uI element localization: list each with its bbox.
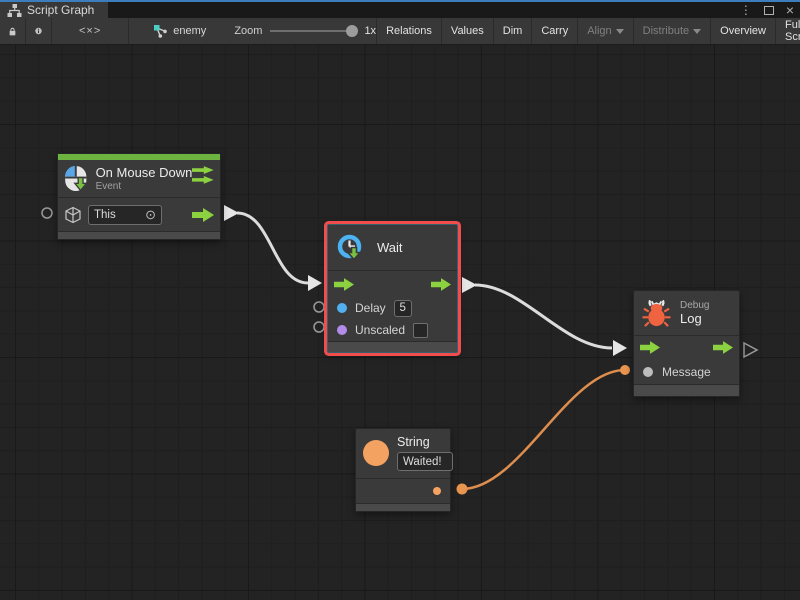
string-type-icon	[363, 440, 389, 466]
target-field-value: This	[94, 209, 116, 221]
lock-button[interactable]	[0, 18, 26, 44]
graph-toolbar: <×> enemy Zoom 1x Relations Values Dim C…	[0, 18, 800, 45]
object-picker-icon[interactable]: ⊙	[145, 208, 156, 221]
graph-breadcrumb[interactable]: enemy	[153, 18, 206, 44]
node-footer	[328, 341, 457, 352]
graph-asset-icon	[153, 24, 168, 38]
zoom-value: 1x	[364, 25, 376, 37]
full-screen-button[interactable]: Full Screen	[775, 18, 800, 44]
wire-string-to-message[interactable]	[462, 370, 625, 489]
delay-value-field[interactable]: 5	[394, 300, 412, 317]
flow-input-port-icon[interactable]	[640, 341, 660, 354]
wire-wait-to-log[interactable]	[475, 285, 612, 348]
window-controls: ⋮ ×	[740, 2, 794, 18]
relations-button[interactable]: Relations	[376, 18, 441, 44]
overview-button[interactable]: Overview	[710, 18, 775, 44]
string-output-port[interactable]	[433, 487, 441, 495]
node-title: String	[397, 435, 453, 449]
delay-label: Delay	[355, 301, 386, 315]
flow-output-port-icon[interactable]	[431, 278, 451, 291]
node-footer	[58, 231, 220, 239]
string-value-field[interactable]: Waited!	[397, 452, 453, 471]
node-string-literal[interactable]: String Waited!	[355, 428, 451, 512]
wire-onmousedown-to-wait[interactable]	[237, 213, 308, 283]
zoom-slider[interactable]	[270, 30, 356, 32]
graph-tab-icon	[7, 4, 22, 17]
gameobject-cube-icon	[64, 206, 82, 224]
mouse-down-icon	[64, 165, 88, 192]
tab-strip: Script Graph ⋮ ×	[0, 2, 800, 18]
string-value: Waited!	[403, 456, 442, 468]
dim-button[interactable]: Dim	[493, 18, 532, 44]
info-button[interactable]	[26, 18, 52, 44]
align-dropdown: Align	[577, 18, 632, 44]
target-field[interactable]: This ⊙	[88, 205, 162, 225]
zoom-control: Zoom 1x	[234, 18, 376, 44]
carry-button[interactable]: Carry	[531, 18, 577, 44]
chevron-down-icon	[693, 29, 701, 34]
flow-output-port-icon[interactable]	[192, 208, 214, 222]
port-onmousedown-target-external[interactable]	[42, 208, 52, 218]
wire-dest-arrow-icon	[308, 275, 322, 291]
wait-timer-icon	[336, 233, 366, 263]
node-title: On Mouse Down	[96, 165, 193, 180]
info-icon	[35, 24, 42, 38]
node-subtitle: Event	[96, 181, 193, 192]
node-debug-log[interactable]: Debug Log Message	[633, 290, 740, 397]
zoom-slider-handle[interactable]	[346, 25, 358, 37]
node-on-mouse-down[interactable]: On Mouse Down Event This ⊙	[57, 153, 221, 240]
tab-script-graph[interactable]: Script Graph	[0, 2, 108, 18]
delay-input-port[interactable]	[337, 303, 347, 313]
unity-script-graph-window: Script Graph ⋮ × <×>	[0, 0, 800, 600]
wire-source-dot-icon	[457, 484, 468, 495]
unscaled-input-port[interactable]	[337, 325, 347, 335]
close-icon[interactable]: ×	[786, 2, 794, 18]
node-title: Log	[680, 311, 709, 326]
node-title: Wait	[377, 240, 403, 255]
chevron-down-icon	[616, 29, 624, 34]
message-input-port[interactable]	[643, 367, 653, 377]
tab-label: Script Graph	[27, 3, 94, 17]
window-menu-icon[interactable]: ⋮	[740, 2, 752, 18]
wire-source-arrow-icon	[462, 277, 477, 293]
port-log-exit-external[interactable]	[744, 343, 757, 357]
node-wait[interactable]: Wait Delay 5 Unscaled	[327, 224, 458, 353]
graph-canvas[interactable]: On Mouse Down Event This ⊙	[0, 45, 800, 600]
trigger-output-port-icon[interactable]	[192, 166, 214, 185]
graph-name: enemy	[173, 25, 206, 37]
port-wait-unscaled-external[interactable]	[314, 322, 324, 332]
flow-input-port-icon[interactable]	[334, 278, 354, 291]
node-category: Debug	[680, 300, 709, 311]
debug-bug-icon	[642, 299, 671, 328]
message-label: Message	[662, 365, 711, 379]
node-footer	[356, 503, 450, 511]
angle-x-icon: <×>	[61, 25, 119, 37]
wire-dest-dot-icon	[620, 365, 630, 375]
unscaled-label: Unscaled	[355, 323, 405, 337]
maximize-icon[interactable]	[764, 6, 774, 15]
values-button[interactable]: Values	[441, 18, 493, 44]
flow-output-port-icon[interactable]	[713, 341, 733, 354]
value-inspection-button[interactable]: <×>	[52, 18, 129, 44]
wire-dest-arrow-icon	[613, 340, 627, 356]
distribute-dropdown: Distribute	[633, 18, 710, 44]
port-wait-delay-external[interactable]	[314, 302, 324, 312]
lock-icon	[9, 25, 16, 38]
wire-source-arrow-icon	[224, 205, 239, 221]
delay-value: 5	[399, 302, 405, 314]
unscaled-checkbox[interactable]	[413, 323, 428, 338]
zoom-label: Zoom	[234, 25, 262, 37]
node-footer	[634, 384, 739, 396]
